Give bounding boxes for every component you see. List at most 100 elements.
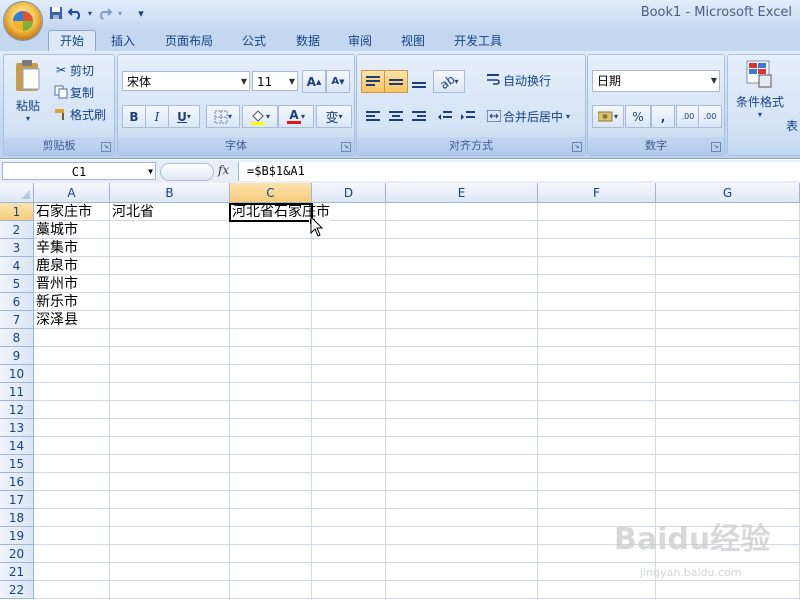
row-header-19[interactable]: 19 — [0, 527, 34, 545]
insert-function-button[interactable]: fx — [218, 163, 229, 177]
row-header-9[interactable]: 9 — [0, 347, 34, 365]
redo-dropdown-icon[interactable]: ▾ — [116, 5, 124, 21]
copy-label: 复制 — [70, 85, 95, 100]
column-header-c[interactable]: C — [230, 183, 312, 203]
tab-insert[interactable]: 插入 — [104, 31, 142, 51]
paste-button[interactable]: 粘贴 ▾ — [10, 59, 46, 125]
cell-B1[interactable]: 河北省 — [110, 203, 154, 221]
cell-A3[interactable]: 辛集市 — [34, 239, 78, 257]
align-bottom-button[interactable] — [407, 70, 431, 93]
font-color-button[interactable]: A ▾ — [278, 105, 314, 128]
number-launcher-icon[interactable]: ↘ — [711, 142, 721, 152]
accounting-format-button[interactable]: ▾ — [592, 105, 624, 128]
formula-input[interactable]: =$B$1&A1 — [238, 162, 800, 181]
clipboard-launcher-icon[interactable]: ↘ — [101, 142, 111, 152]
alignment-group: ab ▾ 自动换行 合并后居中 ▾ 对齐方式 ↘ — [356, 54, 586, 156]
select-all-button[interactable] — [0, 183, 34, 203]
cell-A1[interactable]: 石家庄市 — [34, 203, 92, 221]
shrink-font-button[interactable]: A ▼ — [326, 70, 350, 93]
row-header-20[interactable]: 20 — [0, 545, 34, 563]
row-header-7[interactable]: 7 — [0, 311, 34, 329]
increase-decimal-button[interactable]: .00 — [676, 105, 700, 128]
copy-button[interactable]: 复制 — [52, 83, 94, 101]
italic-button[interactable]: I — [145, 105, 169, 128]
decrease-indent-button[interactable] — [433, 105, 457, 128]
bold-button[interactable]: B — [122, 105, 146, 128]
wrap-text-button[interactable]: 自动换行 — [485, 71, 551, 89]
font-size-combo[interactable]: 11 ▼ — [252, 71, 298, 91]
cell-A2[interactable]: 藁城市 — [34, 221, 78, 239]
column-header-d[interactable]: D — [312, 183, 386, 203]
format-painter-button[interactable]: 格式刷 — [52, 105, 106, 123]
formula-bar-expand-handle[interactable] — [160, 163, 214, 181]
align-left-button[interactable] — [361, 105, 385, 128]
align-middle-button[interactable] — [384, 70, 408, 93]
align-center-button[interactable] — [384, 105, 408, 128]
save-icon[interactable] — [48, 5, 64, 21]
row-header-10[interactable]: 10 — [0, 365, 34, 383]
borders-button[interactable]: ▾ — [206, 105, 240, 128]
comma-button[interactable]: , — [651, 105, 675, 128]
number-format-combo[interactable]: 日期 ▼ — [592, 70, 720, 92]
name-box-dropdown-icon[interactable]: ▼ — [148, 163, 153, 181]
align-top-button[interactable] — [361, 70, 385, 93]
office-button[interactable] — [4, 2, 42, 40]
phonetic-button[interactable]: 变 ▾ — [316, 105, 352, 128]
row-header-22[interactable]: 22 — [0, 581, 34, 599]
cut-button[interactable]: ✂ 剪切 — [52, 61, 94, 79]
cell-A4[interactable]: 鹿泉市 — [34, 257, 78, 275]
column-header-a[interactable]: A — [34, 183, 110, 203]
column-header-f[interactable]: F — [538, 183, 656, 203]
row-header-18[interactable]: 18 — [0, 509, 34, 527]
cell-A6[interactable]: 新乐市 — [34, 293, 78, 311]
font-launcher-icon[interactable]: ↘ — [341, 142, 351, 152]
tab-data[interactable]: 数据 — [288, 31, 328, 51]
row-header-12[interactable]: 12 — [0, 401, 34, 419]
orientation-button[interactable]: ab ▾ — [433, 70, 465, 93]
row-header-8[interactable]: 8 — [0, 329, 34, 347]
cell-A7[interactable]: 深泽县 — [34, 311, 78, 329]
tab-home[interactable]: 开始 — [48, 30, 96, 51]
percent-button[interactable]: % — [625, 105, 651, 128]
row-header-21[interactable]: 21 — [0, 563, 34, 581]
tab-developer[interactable]: 开发工具 — [446, 31, 510, 51]
format-as-table-button[interactable]: 表 — [786, 117, 798, 134]
redo-icon[interactable] — [97, 5, 113, 21]
row-header-17[interactable]: 17 — [0, 491, 34, 509]
name-box[interactable]: C1 ▼ — [2, 162, 156, 180]
column-header-b[interactable]: B — [110, 183, 230, 203]
row-header-4[interactable]: 4 — [0, 257, 34, 275]
tab-formulas[interactable]: 公式 — [234, 31, 274, 51]
customize-qat-button[interactable]: ▾ — [133, 5, 149, 21]
tab-review[interactable]: 审阅 — [340, 31, 380, 51]
row-header-6[interactable]: 6 — [0, 293, 34, 311]
grow-font-button[interactable]: A ▲ — [302, 70, 326, 93]
row-header-2[interactable]: 2 — [0, 221, 34, 239]
alignment-launcher-icon[interactable]: ↘ — [572, 142, 582, 152]
cell-A5[interactable]: 晋州市 — [34, 275, 78, 293]
undo-icon[interactable] — [67, 5, 83, 21]
fill-color-button[interactable]: ▾ — [242, 105, 278, 128]
row-header-13[interactable]: 13 — [0, 419, 34, 437]
row-header-1[interactable]: 1 — [0, 203, 34, 221]
row-header-16[interactable]: 16 — [0, 473, 34, 491]
row-header-11[interactable]: 11 — [0, 383, 34, 401]
conditional-format-button[interactable]: 条件格式 ▾ — [732, 59, 788, 119]
font-name-combo[interactable]: 宋体 ▼ — [122, 71, 250, 91]
row-header-14[interactable]: 14 — [0, 437, 34, 455]
undo-dropdown-icon[interactable]: ▾ — [86, 5, 94, 21]
row-header-15[interactable]: 15 — [0, 455, 34, 473]
format-painter-label: 格式刷 — [70, 107, 107, 122]
merge-center-button[interactable]: 合并后居中 ▾ — [485, 107, 570, 125]
row-header-5[interactable]: 5 — [0, 275, 34, 293]
tab-view[interactable]: 视图 — [393, 31, 433, 51]
column-header-e[interactable]: E — [386, 183, 538, 203]
row-header-3[interactable]: 3 — [0, 239, 34, 257]
align-right-button[interactable] — [407, 105, 431, 128]
increase-indent-button[interactable] — [456, 105, 480, 128]
underline-button[interactable]: U ▾ — [168, 105, 200, 128]
column-header-g[interactable]: G — [656, 183, 800, 203]
decrease-decimal-button[interactable]: .00 — [698, 105, 722, 128]
tab-page-layout[interactable]: 页面布局 — [158, 31, 220, 51]
column-gridline — [229, 203, 230, 600]
